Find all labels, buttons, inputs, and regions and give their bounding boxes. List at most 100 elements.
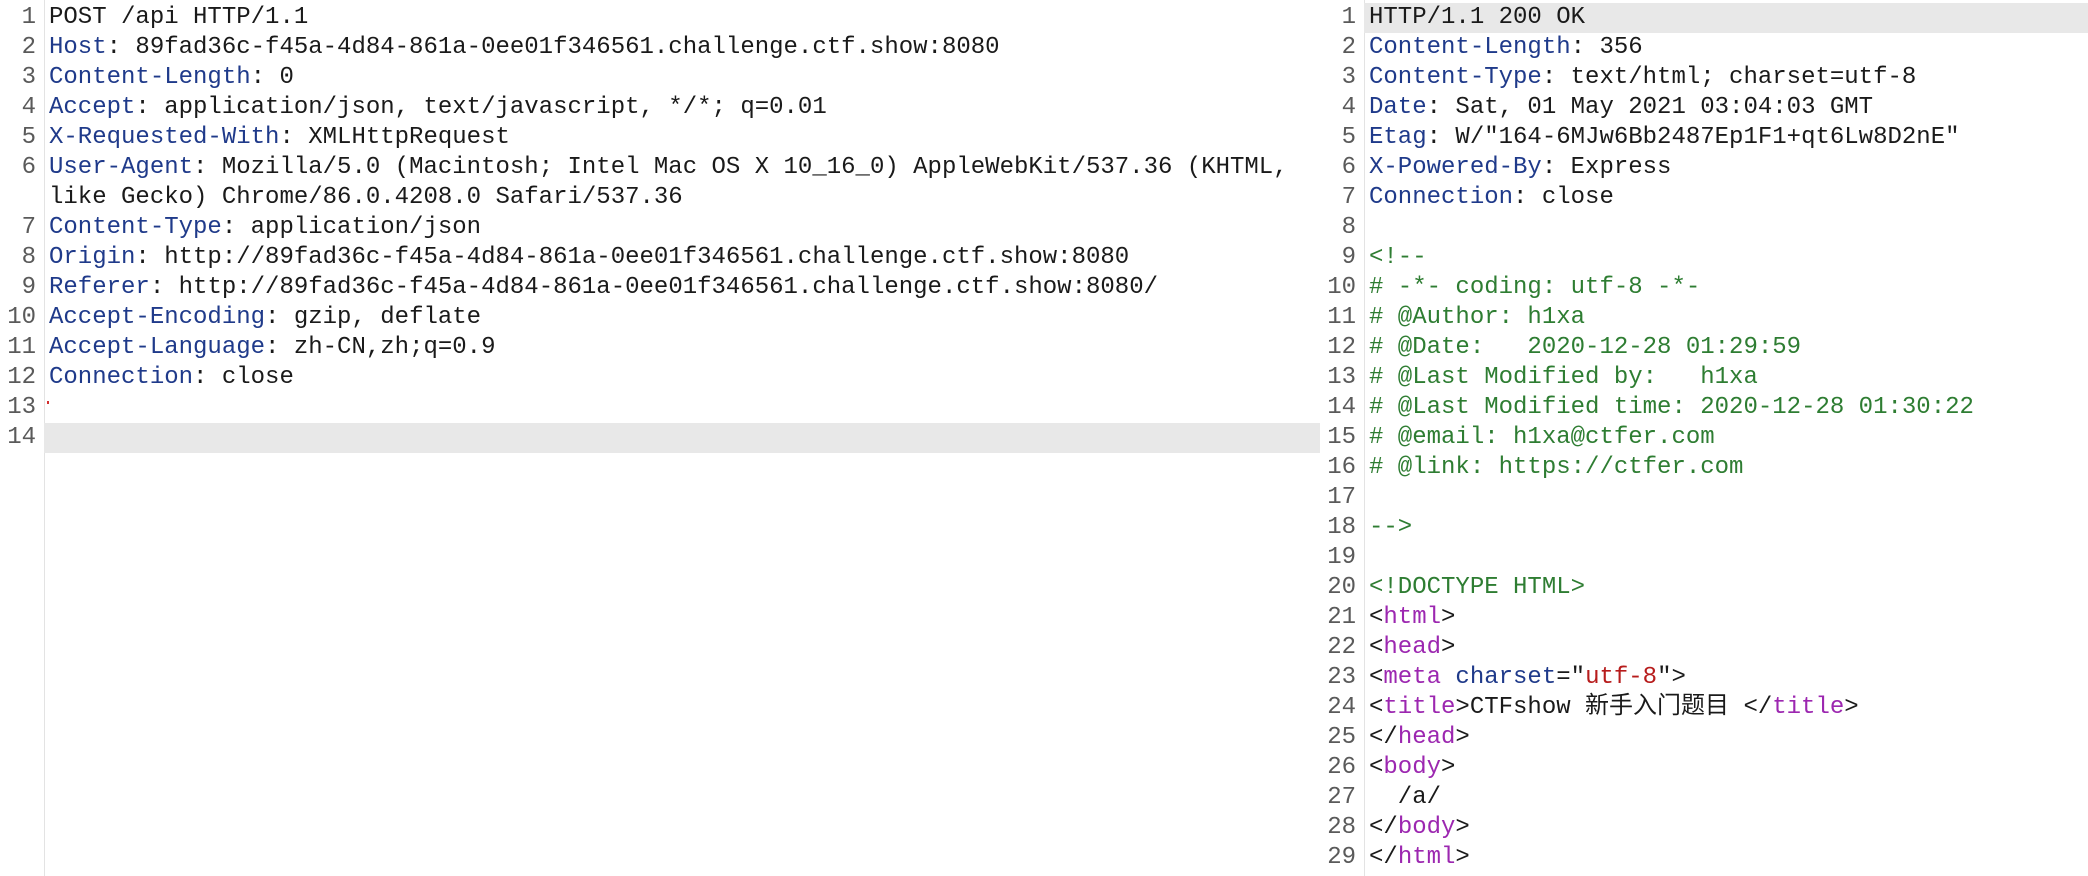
request-lines[interactable]: 1 POST /api HTTP/1.1 2 Host: 89fad36c-f45a-… bbox=[0, 3, 1320, 453]
line-number: 24 bbox=[1327, 694, 1356, 721]
request-line-8[interactable]: 8 Origin: http://89fad36c-f45a-4d84-861a-… bbox=[0, 243, 1320, 273]
token: : text/html; charset=utf-8 bbox=[1541, 64, 1917, 91]
response-line-29[interactable]: 29 </html> bbox=[1320, 843, 2088, 873]
line-number: 9 bbox=[1341, 244, 1356, 271]
html-tag-name: html bbox=[1397, 844, 1456, 871]
header-name: Connection bbox=[1369, 184, 1514, 211]
line-content: X-Powered-By: Express bbox=[1369, 153, 1671, 183]
response-line-16[interactable]: 16 # @link: https://ctfer.com bbox=[1320, 453, 2088, 483]
token: =" bbox=[1556, 664, 1586, 691]
response-line-1[interactable]: 1 HTTP/1.1 200 OK bbox=[1320, 3, 2088, 33]
token: : Mozilla/5.0 (Macintosh; Intel Mac OS X… bbox=[49, 154, 1303, 211]
request-line-3[interactable]: 3 Content-Length: 0 bbox=[0, 63, 1320, 93]
response-line-8[interactable]: 8 bbox=[1320, 213, 2088, 243]
response-line-9[interactable]: 9 <!-- bbox=[1320, 243, 2088, 273]
token: > bbox=[1455, 724, 1470, 751]
line-content: </body> bbox=[1369, 813, 1470, 843]
text-cursor bbox=[47, 401, 49, 404]
token: --> bbox=[1369, 514, 1413, 541]
line-number: 29 bbox=[1327, 844, 1356, 871]
response-line-18[interactable]: 18 --> bbox=[1320, 513, 2088, 543]
response-line-13[interactable]: 13 # @Last Modified by: h1xa bbox=[1320, 363, 2088, 393]
line-content: </html> bbox=[1369, 843, 1470, 873]
response-line-10[interactable]: 10 # -*- coding: utf-8 -*- bbox=[1320, 273, 2088, 303]
response-line-2[interactable]: 2 Content-Length: 356 bbox=[1320, 33, 2088, 63]
line-content: Connection: close bbox=[1369, 183, 1614, 213]
line-content: <html> bbox=[1369, 603, 1455, 633]
response-line-5[interactable]: 5 Etag: W/"164-6MJw6Bb2487Ep1F1+qt6Lw8D2n… bbox=[1320, 123, 2088, 153]
line-content: </head> bbox=[1369, 723, 1470, 753]
response-line-26[interactable]: 26 <body> bbox=[1320, 753, 2088, 783]
request-line-9[interactable]: 9 Referer: http://89fad36c-f45a-4d84-861a… bbox=[0, 273, 1320, 303]
line-number: 14 bbox=[7, 424, 36, 451]
http-message-viewer: 1 POST /api HTTP/1.1 2 Host: 89fad36c-f45a-… bbox=[0, 0, 2088, 876]
request-line-7[interactable]: 7 Content-Type: application/json bbox=[0, 213, 1320, 243]
response-line-25[interactable]: 25 </head> bbox=[1320, 723, 2088, 753]
line-number: 13 bbox=[7, 394, 36, 421]
line-content: Accept-Language: zh-CN,zh;q=0.9 bbox=[49, 333, 495, 363]
request-line-12[interactable]: 12 Connection: close bbox=[0, 363, 1320, 393]
response-line-15[interactable]: 15 # @email: h1xa@ctfer.com bbox=[1320, 423, 2088, 453]
response-lines[interactable]: 1 HTTP/1.1 200 OK 2 Content-Length: 356 3 Con… bbox=[1320, 3, 2088, 873]
response-line-27[interactable]: 27 /a/ bbox=[1320, 783, 2088, 813]
response-line-19[interactable]: 19 bbox=[1320, 543, 2088, 573]
line-content: Host: 89fad36c-f45a-4d84-861a-0ee01f3465… bbox=[49, 33, 1000, 63]
token: <!-- bbox=[1369, 244, 1427, 271]
line-number: 26 bbox=[1327, 754, 1356, 781]
header-name: X-Powered-By bbox=[1369, 154, 1542, 181]
token: > bbox=[1844, 694, 1859, 721]
token: /a/ bbox=[1369, 784, 1442, 811]
line-content: <title>CTFshow 新手入门题目 </title> bbox=[1369, 693, 1859, 723]
line-number: 4 bbox=[1341, 94, 1356, 121]
request-line-13[interactable]: 13 bbox=[0, 393, 1320, 423]
current-line-highlight bbox=[44, 423, 1320, 453]
response-line-12[interactable]: 12 # @Date: 2020-12-28 01:29:59 bbox=[1320, 333, 2088, 363]
line-number: 10 bbox=[7, 304, 36, 331]
token: < bbox=[1369, 634, 1384, 661]
request-editor-pane[interactable]: 1 POST /api HTTP/1.1 2 Host: 89fad36c-f45a-… bbox=[0, 0, 1320, 876]
line-content: # @Author: h1xa bbox=[1369, 303, 1585, 333]
header-name: Content-Length bbox=[1369, 34, 1571, 61]
line-number: 6 bbox=[21, 154, 36, 181]
response-line-6[interactable]: 6 X-Powered-By: Express bbox=[1320, 153, 2088, 183]
response-line-22[interactable]: 22 <head> bbox=[1320, 633, 2088, 663]
request-line-11[interactable]: 11 Accept-Language: zh-CN,zh;q=0.9 bbox=[0, 333, 1320, 363]
line-number: 7 bbox=[21, 214, 36, 241]
response-line-3[interactable]: 3 Content-Type: text/html; charset=utf-8 bbox=[1320, 63, 2088, 93]
response-line-14[interactable]: 14 # @Last Modified time: 2020-12-28 01:3… bbox=[1320, 393, 2088, 423]
request-line-14[interactable]: 14 bbox=[0, 423, 1320, 453]
line-content: Connection: close bbox=[49, 363, 294, 393]
token: : 0 bbox=[250, 64, 294, 91]
line-content: # @Last Modified by: h1xa bbox=[1369, 363, 1758, 393]
request-line-6[interactable]: 6 User-Agent: Mozilla/5.0 (Macintosh; Int… bbox=[0, 153, 1320, 213]
response-line-21[interactable]: 21 <html> bbox=[1320, 603, 2088, 633]
request-line-5[interactable]: 5 X-Requested-With: XMLHttpRequest bbox=[0, 123, 1320, 153]
line-content: <!DOCTYPE HTML> bbox=[1369, 573, 1585, 603]
response-line-17[interactable]: 17 bbox=[1320, 483, 2088, 513]
line-content: <!-- bbox=[1369, 243, 1427, 273]
token: : zh-CN,zh;q=0.9 bbox=[265, 334, 496, 361]
request-line-4[interactable]: 4 Accept: application/json, text/javascri… bbox=[0, 93, 1320, 123]
line-number: 11 bbox=[7, 334, 36, 361]
line-number: 6 bbox=[1341, 154, 1356, 181]
line-content: User-Agent: Mozilla/5.0 (Macintosh; Inte… bbox=[49, 153, 1309, 213]
token: # -*- coding: utf-8 -*- bbox=[1369, 274, 1701, 301]
response-line-4[interactable]: 4 Date: Sat, 01 May 2021 03:04:03 GMT bbox=[1320, 93, 2088, 123]
response-line-28[interactable]: 28 </body> bbox=[1320, 813, 2088, 843]
response-viewer-pane[interactable]: 1 HTTP/1.1 200 OK 2 Content-Length: 356 3 Con… bbox=[1320, 0, 2088, 876]
response-line-20[interactable]: 20 <!DOCTYPE HTML> bbox=[1320, 573, 2088, 603]
token: > bbox=[1441, 754, 1456, 781]
response-line-24[interactable]: 24 <title>CTFshow 新手入门题目 </title> bbox=[1320, 693, 2088, 723]
response-line-7[interactable]: 7 Connection: close bbox=[1320, 183, 2088, 213]
header-name: Origin bbox=[49, 244, 136, 271]
line-number: 15 bbox=[1327, 424, 1356, 451]
request-line-2[interactable]: 2 Host: 89fad36c-f45a-4d84-861a-0ee01f346… bbox=[0, 33, 1320, 63]
request-line-1[interactable]: 1 POST /api HTTP/1.1 bbox=[0, 3, 1320, 33]
response-line-23[interactable]: 23 <meta charset="utf-8"> bbox=[1320, 663, 2088, 693]
token: : W/"164-6MJw6Bb2487Ep1F1+qt6Lw8D2nE" bbox=[1426, 124, 1960, 151]
line-number: 3 bbox=[1341, 64, 1356, 91]
request-line-10[interactable]: 10 Accept-Encoding: gzip, deflate bbox=[0, 303, 1320, 333]
line-number: 17 bbox=[1327, 484, 1356, 511]
response-line-11[interactable]: 11 # @Author: h1xa bbox=[1320, 303, 2088, 333]
